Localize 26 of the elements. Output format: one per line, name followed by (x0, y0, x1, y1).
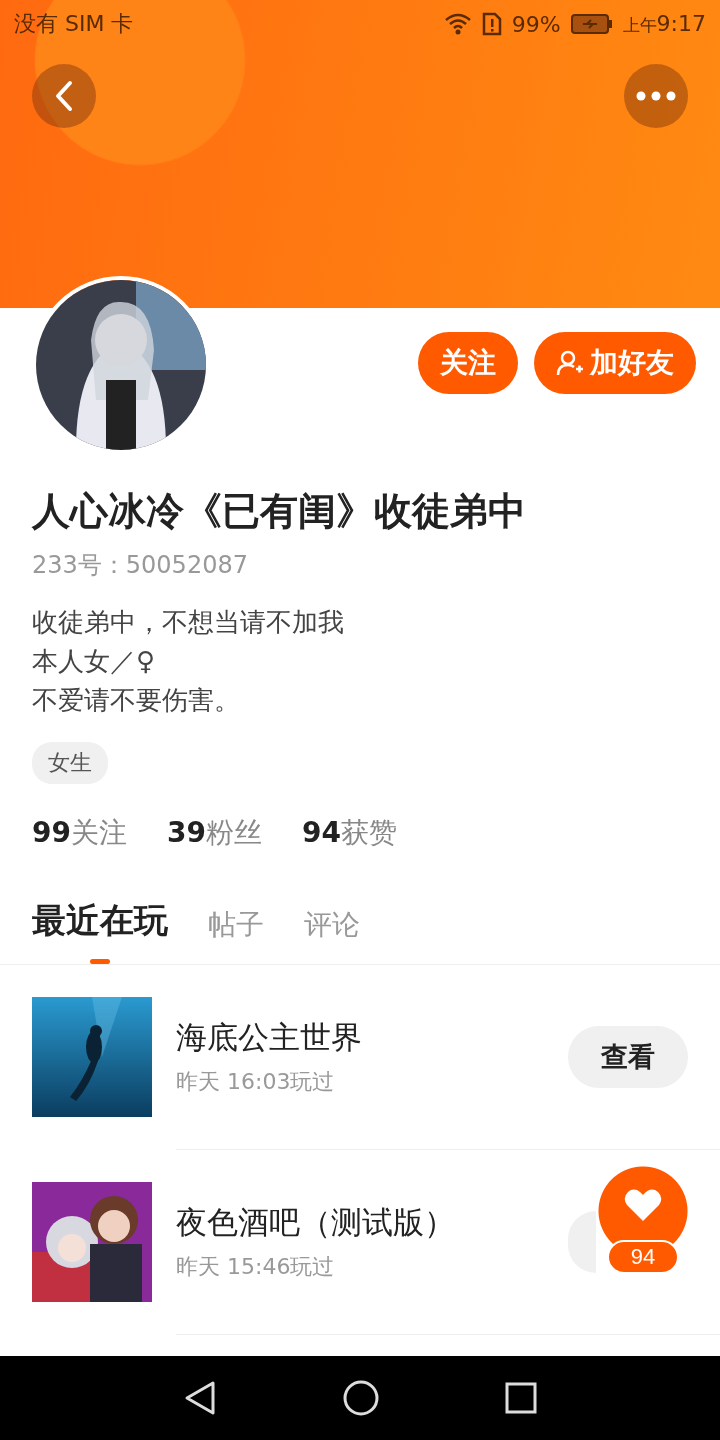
home-nav-icon[interactable] (343, 1380, 379, 1416)
played-time: 昨天 15:46玩过 (176, 1253, 336, 1281)
user-id: 233号：50052087 (32, 550, 249, 581)
tag: 女生 (32, 742, 108, 784)
tab[interactable]: 最近在玩 (32, 898, 168, 964)
add-person-icon (556, 349, 584, 377)
like-count: 94 (607, 1240, 679, 1274)
stat[interactable]: 94获赞 (301, 814, 397, 852)
wifi-icon (443, 12, 472, 36)
carrier-text: 没有 SIM 卡 (14, 10, 134, 38)
played-time: 昨天 16:03玩过 (176, 1068, 336, 1096)
back-nav-icon[interactable] (183, 1380, 217, 1416)
game-title: 海底公主世界 (176, 1018, 363, 1057)
more-icon (636, 91, 676, 101)
bio-text: 收徒弟中，不想当请不加我 本人女／♀ 不爱请不要伤害。 (32, 606, 345, 717)
battery-icon (570, 14, 613, 34)
recents-nav-icon[interactable] (505, 1382, 537, 1414)
user-name: 人心冰冷《已有闺》收徒弟中 (32, 488, 527, 535)
sim-alert-icon (481, 12, 502, 36)
stat[interactable]: 39粉丝 (166, 814, 262, 852)
view-button[interactable]: 查看 (568, 1026, 688, 1088)
stat[interactable]: 99关注 (32, 814, 127, 852)
clock: 上午9:17 (622, 11, 706, 37)
heart-icon (624, 1188, 662, 1222)
battery-percent: 99% (511, 11, 561, 37)
game-title: 夜色酒吧（测试版） (176, 1203, 456, 1242)
